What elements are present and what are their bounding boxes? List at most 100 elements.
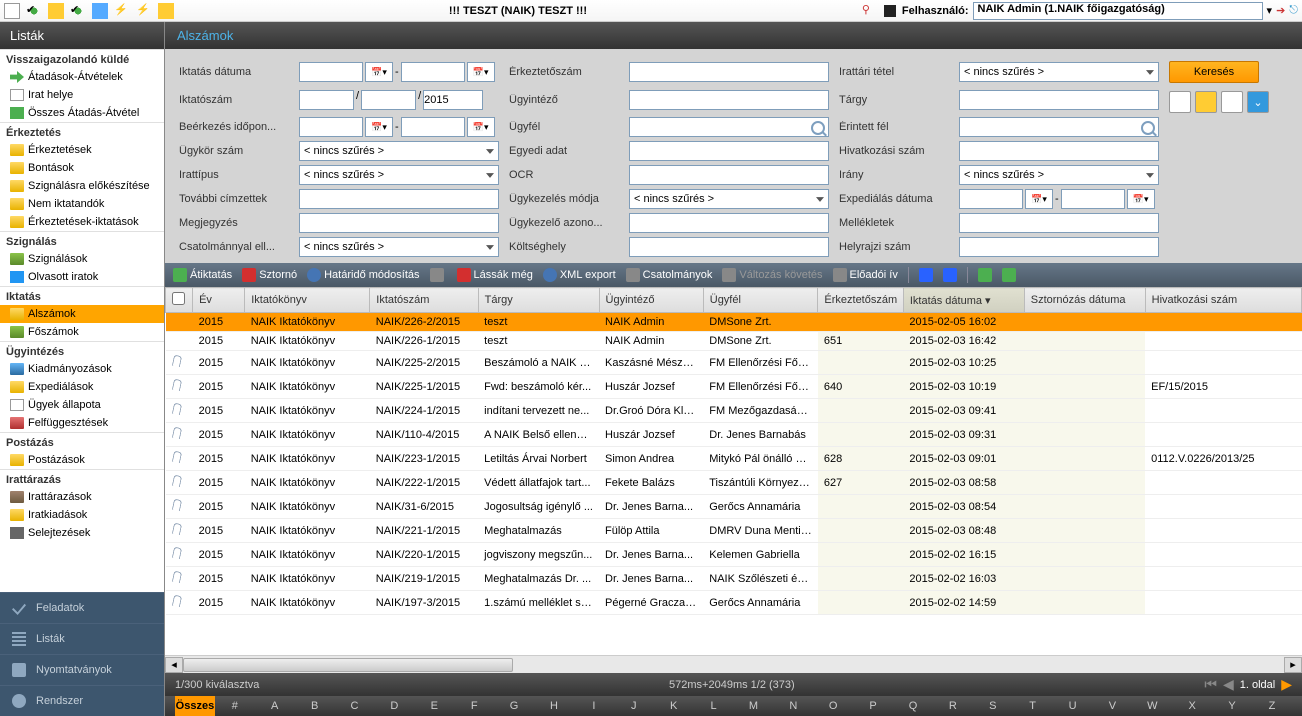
filter-select[interactable]: < nincs szűrés > (299, 165, 499, 185)
column-header[interactable]: Iktatószám (370, 288, 478, 313)
column-header[interactable]: Ügyintéző (599, 288, 703, 313)
alpha-filter[interactable]: N (773, 696, 813, 716)
next-page-icon[interactable]: ▶ (1281, 676, 1292, 693)
sidebar-item[interactable]: Szignálásra előkészítése (0, 177, 164, 195)
date-input[interactable] (401, 62, 465, 82)
sidebar-bottom-button[interactable]: Feladatok (0, 592, 164, 623)
alpha-filter[interactable]: # (215, 696, 255, 716)
save-button[interactable] (1195, 91, 1217, 113)
table-row[interactable]: 2015NAIK IktatókönyvNAIK/221-1/2015Megha… (166, 519, 1302, 543)
alpha-filter[interactable]: D (374, 696, 414, 716)
column-header[interactable]: Hivatkozási szám (1145, 288, 1301, 313)
table-row[interactable]: 2015NAIK IktatókönyvNAIK/31-6/2015Jogosu… (166, 495, 1302, 519)
blank-button[interactable] (1221, 91, 1243, 113)
filter-input[interactable] (629, 117, 829, 137)
sidebar-bottom-button[interactable]: Rendszer (0, 685, 164, 716)
number-input[interactable] (299, 90, 354, 110)
column-header[interactable]: Iktatás dátuma ▾ (903, 288, 1024, 313)
print-icon[interactable] (978, 268, 992, 282)
filter-input[interactable] (629, 90, 829, 110)
alpha-filter[interactable]: Q (893, 696, 933, 716)
pager[interactable]: ⏮ ◀ 1. oldal ▶ (1204, 676, 1292, 693)
sidebar-item[interactable]: Postázások (0, 451, 164, 469)
alpha-filter[interactable]: Y (1212, 696, 1252, 716)
search-icon[interactable] (1141, 121, 1155, 135)
date-input[interactable] (1061, 189, 1125, 209)
number-input[interactable] (361, 90, 416, 110)
sidebar-item[interactable]: Iratkiadások (0, 506, 164, 524)
alpha-filter[interactable]: R (933, 696, 973, 716)
alpha-filter[interactable]: H (534, 696, 574, 716)
alpha-filter[interactable]: Összes (175, 696, 215, 716)
filter-select[interactable]: < nincs szűrés > (959, 62, 1159, 82)
filter-input[interactable] (959, 117, 1159, 137)
alpha-filter[interactable]: K (654, 696, 694, 716)
sidebar-item[interactable]: Olvasott iratok (0, 268, 164, 286)
pin-icon[interactable]: ⚲ (862, 3, 878, 19)
flash-green-icon[interactable]: ⚡ (114, 3, 130, 19)
sidebar-item[interactable]: Érkeztetések (0, 141, 164, 159)
filter-select[interactable]: < nincs szűrés > (299, 141, 499, 161)
search-button[interactable]: Keresés (1169, 61, 1259, 83)
users-icon[interactable] (92, 3, 108, 19)
table-row[interactable]: 2015NAIK IktatókönyvNAIK/225-2/2015Beszá… (166, 351, 1302, 375)
alpha-filter[interactable]: P (853, 696, 893, 716)
table-row[interactable]: 2015NAIK IktatókönyvNAIK/226-2/2015teszt… (166, 313, 1302, 332)
prev-page-icon[interactable]: ◀ (1223, 676, 1234, 693)
reset-button[interactable] (1169, 91, 1191, 113)
column-header[interactable]: Év (193, 288, 245, 313)
alpha-filter[interactable]: T (1013, 696, 1053, 716)
calendar-icon[interactable]: 📅▾ (365, 62, 393, 82)
doc-icon[interactable] (919, 268, 933, 282)
sidebar-item[interactable]: Alszámok (0, 305, 164, 323)
filter-input[interactable] (959, 90, 1159, 110)
sidebar-item[interactable]: Irat helye (0, 86, 164, 104)
sidebar-item[interactable]: Összes Átadás-Átvétel (0, 104, 164, 122)
alpha-filter[interactable]: S (973, 696, 1013, 716)
alpha-filter[interactable]: G (494, 696, 534, 716)
excel-icon[interactable] (1002, 268, 1016, 282)
dropdown-icon[interactable]: ▾ (1267, 4, 1273, 17)
alpha-filter[interactable]: Z (1252, 696, 1292, 716)
action-Sztornó[interactable]: Sztornó (242, 268, 297, 282)
horizontal-scrollbar[interactable]: ◂ ▸ (165, 655, 1302, 673)
table-row[interactable]: 2015NAIK IktatókönyvNAIK/226-1/2015teszt… (166, 332, 1302, 351)
flash-red-icon[interactable]: ⚡ (136, 3, 152, 19)
alpha-filter[interactable]: A (255, 696, 295, 716)
sidebar-item[interactable]: Felfüggesztések (0, 414, 164, 432)
sidebar-item[interactable]: Kiadmányozások (0, 360, 164, 378)
calendar-icon[interactable]: 📅▾ (467, 62, 495, 82)
calendar-icon[interactable]: 📅▾ (467, 117, 495, 137)
alpha-filter[interactable]: J (614, 696, 654, 716)
sidebar-item[interactable]: Irattárazások (0, 488, 164, 506)
alpha-filter[interactable]: C (335, 696, 375, 716)
sidebar-item[interactable]: Főszámok (0, 323, 164, 341)
sidebar-bottom-button[interactable]: Listák (0, 623, 164, 654)
alpha-filter[interactable]: I (574, 696, 614, 716)
select-all-checkbox[interactable] (172, 292, 185, 305)
table-row[interactable]: 2015NAIK IktatókönyvNAIK/224-1/2015indít… (166, 399, 1302, 423)
date-input[interactable] (401, 117, 465, 137)
filter-input[interactable] (629, 141, 829, 161)
sidebar-item[interactable]: Érkeztetések-iktatások (0, 213, 164, 231)
user-selector[interactable]: NAIK Admin (1.NAIK főigazgatóság) (973, 2, 1263, 20)
date-input[interactable] (299, 117, 363, 137)
expand-button[interactable]: ⌄ (1247, 91, 1269, 113)
alpha-filter[interactable]: V (1092, 696, 1132, 716)
alpha-filter[interactable]: F (454, 696, 494, 716)
alpha-filter[interactable]: U (1053, 696, 1093, 716)
calendar-icon[interactable]: 📅▾ (1025, 189, 1053, 209)
table-row[interactable]: 2015NAIK IktatókönyvNAIK/110-4/2015A NAI… (166, 423, 1302, 447)
sidebar-item[interactable]: Ügyek állapota (0, 396, 164, 414)
stop-icon[interactable] (884, 5, 896, 17)
alpha-filter[interactable]: W (1132, 696, 1172, 716)
table-row[interactable]: 2015NAIK IktatókönyvNAIK/219-1/2015Megha… (166, 567, 1302, 591)
table-row[interactable]: 2015NAIK IktatókönyvNAIK/223-1/2015Letil… (166, 447, 1302, 471)
action-[interactable] (430, 268, 447, 282)
filter-input[interactable] (629, 237, 829, 257)
sidebar-item[interactable]: Bontások (0, 159, 164, 177)
table-row[interactable]: 2015NAIK IktatókönyvNAIK/197-3/20151.szá… (166, 591, 1302, 615)
action-Lássák még[interactable]: Lássák még (457, 268, 533, 282)
column-header[interactable]: Ügyfél (703, 288, 818, 313)
action-Átiktatás[interactable]: Átiktatás (173, 268, 232, 282)
